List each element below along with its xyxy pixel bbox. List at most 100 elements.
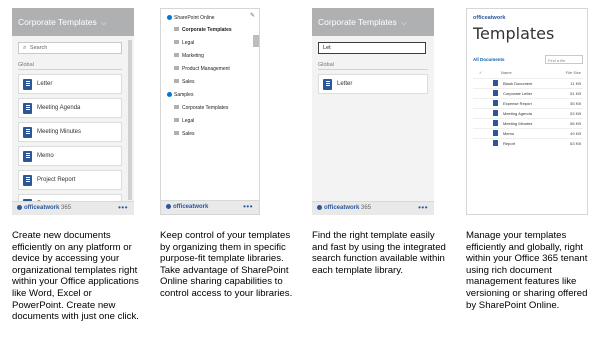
template-tile[interactable]: Meeting Agenda xyxy=(18,98,122,118)
folder-icon xyxy=(174,40,179,44)
background-panel-edge xyxy=(253,35,259,47)
library-selector[interactable]: Corporate Templates ⌵ xyxy=(318,17,406,28)
column-file-size[interactable]: File Size xyxy=(566,70,581,75)
library-tree-item[interactable]: Corporate Templates xyxy=(174,105,228,111)
tree-item-label: Samples xyxy=(174,92,194,98)
edit-icon[interactable]: ✎ xyxy=(250,12,255,19)
more-options-button[interactable]: ••• xyxy=(118,203,128,212)
caption-manage: Manage your templates efficiently and gl… xyxy=(466,230,588,311)
file-name[interactable]: Corporate Letter xyxy=(503,91,532,96)
word-document-icon xyxy=(493,90,498,96)
tree-item-label: Product Management xyxy=(182,66,230,72)
folder-icon xyxy=(174,118,179,122)
file-size: 11 KB xyxy=(570,81,581,86)
table-row[interactable]: Meeting Minutes 56 KB xyxy=(473,118,583,127)
file-name[interactable]: Blank Document xyxy=(503,81,532,86)
column-name[interactable]: Name xyxy=(501,70,512,75)
search-placeholder: Search xyxy=(29,45,48,51)
search-input[interactable]: Let xyxy=(318,42,426,54)
file-name[interactable]: Memo xyxy=(503,131,514,136)
sharepoint-icon xyxy=(167,15,172,20)
logo-icon xyxy=(317,205,322,210)
word-document-icon xyxy=(23,103,32,114)
chevron-down-icon: ⌵ xyxy=(401,20,407,27)
find-file-input[interactable]: Find a file xyxy=(545,55,583,64)
table-row[interactable]: Expense Report 55 KB xyxy=(473,98,583,107)
library-title: Corporate Templates xyxy=(318,17,397,27)
folder-icon xyxy=(174,79,179,83)
folder-icon xyxy=(174,53,179,57)
folder-icon xyxy=(174,131,179,135)
library-tree-item[interactable]: Sales xyxy=(174,131,195,137)
tree-root-label: SharePoint Online xyxy=(174,15,215,21)
sharepoint-icon xyxy=(167,92,172,97)
file-size: 56 KB xyxy=(570,121,581,126)
template-label: Meeting Minutes xyxy=(37,129,82,135)
tree-item-label: Sales xyxy=(182,79,195,85)
file-size: 49 KB xyxy=(570,131,581,136)
folder-icon xyxy=(174,105,179,109)
tab-all-documents[interactable]: All Documents xyxy=(473,57,505,62)
file-name[interactable]: Report xyxy=(503,141,515,146)
template-search-panel: Corporate Templates ⌵ Let Global Letter … xyxy=(312,8,434,215)
page-title: Templates xyxy=(473,24,555,43)
table-row[interactable]: Corporate Letter 51 KB xyxy=(473,88,583,97)
library-selector[interactable]: Corporate Templates ⌵ xyxy=(18,17,106,28)
template-tile[interactable]: Letter xyxy=(318,74,428,94)
more-options-button[interactable]: ••• xyxy=(243,202,253,211)
file-size: 53 KB xyxy=(570,111,581,116)
word-document-icon xyxy=(23,175,32,186)
tree-item-label: Legal xyxy=(182,118,195,124)
library-tree-item[interactable]: Marketing xyxy=(174,53,204,59)
caption-control: Keep control of your templates by organi… xyxy=(160,230,293,299)
panel-header: Corporate Templates ⌵ xyxy=(12,8,134,36)
chevron-down-icon: ⌵ xyxy=(101,20,107,27)
template-picker-panel: Corporate Templates ⌵ ⌕ Search Global Le… xyxy=(12,8,134,215)
divider xyxy=(18,69,122,70)
word-document-icon xyxy=(23,79,32,90)
file-name[interactable]: Expense Report xyxy=(503,101,532,106)
select-all-checkbox[interactable]: ✓ xyxy=(479,70,482,75)
template-tile[interactable]: Project Report xyxy=(18,170,122,190)
brand-name: officeatwork xyxy=(173,204,209,210)
brand-name: officeatwork xyxy=(324,205,360,211)
tree-item-label: Sales xyxy=(182,131,195,137)
panel-footer: officeatwork 365 ••• xyxy=(12,201,134,215)
library-tree-item[interactable]: Samples xyxy=(167,92,193,98)
table-row[interactable]: Meeting Agenda 53 KB xyxy=(473,108,583,117)
word-document-icon xyxy=(23,127,32,138)
brand-number: 365 xyxy=(361,205,372,211)
folder-icon xyxy=(174,66,179,70)
caption-create: Create new documents efficiently on any … xyxy=(12,230,139,323)
word-document-icon xyxy=(493,110,498,116)
word-document-icon xyxy=(323,79,332,90)
template-label: Project Report xyxy=(37,177,76,183)
tree-item-label: Marketing xyxy=(182,53,204,59)
library-tree-item[interactable]: Product Management xyxy=(174,66,230,72)
table-row[interactable]: Memo 49 KB xyxy=(473,128,583,137)
library-tree-item[interactable]: Legal xyxy=(174,118,194,124)
scrollbar[interactable] xyxy=(128,40,132,200)
word-document-icon xyxy=(493,130,498,136)
logo-icon xyxy=(166,204,171,209)
tree-root-sharepoint[interactable]: SharePoint Online xyxy=(167,15,215,21)
logo-icon xyxy=(17,205,22,210)
library-tree-item[interactable]: Sales xyxy=(174,79,195,85)
library-tree-item[interactable]: Legal xyxy=(174,40,194,46)
file-name[interactable]: Meeting Agenda xyxy=(503,111,532,116)
brand-logo: officeatwork 365 xyxy=(17,205,71,211)
table-row[interactable]: Blank Document 11 KB xyxy=(473,78,583,87)
tree-item-label: Legal xyxy=(182,40,195,46)
library-tree-item[interactable]: Corporate Templates xyxy=(174,27,232,33)
library-tree-panel: SharePoint Online ✎ Corporate Templates L… xyxy=(160,8,260,215)
table-row[interactable]: Report 63 KB xyxy=(473,138,583,147)
tree-item-label: Corporate Templates xyxy=(182,105,229,111)
template-tile[interactable]: Meeting Minutes xyxy=(18,122,122,142)
file-name[interactable]: Meeting Minutes xyxy=(503,121,532,126)
more-options-button[interactable]: ••• xyxy=(418,203,428,212)
search-input[interactable]: ⌕ Search xyxy=(18,42,122,54)
panel-footer: officeatwork ••• xyxy=(161,200,259,214)
template-tile[interactable]: Letter xyxy=(18,74,122,94)
template-tile[interactable]: Memo xyxy=(18,146,122,166)
brand-name: officeatwork xyxy=(24,205,60,211)
